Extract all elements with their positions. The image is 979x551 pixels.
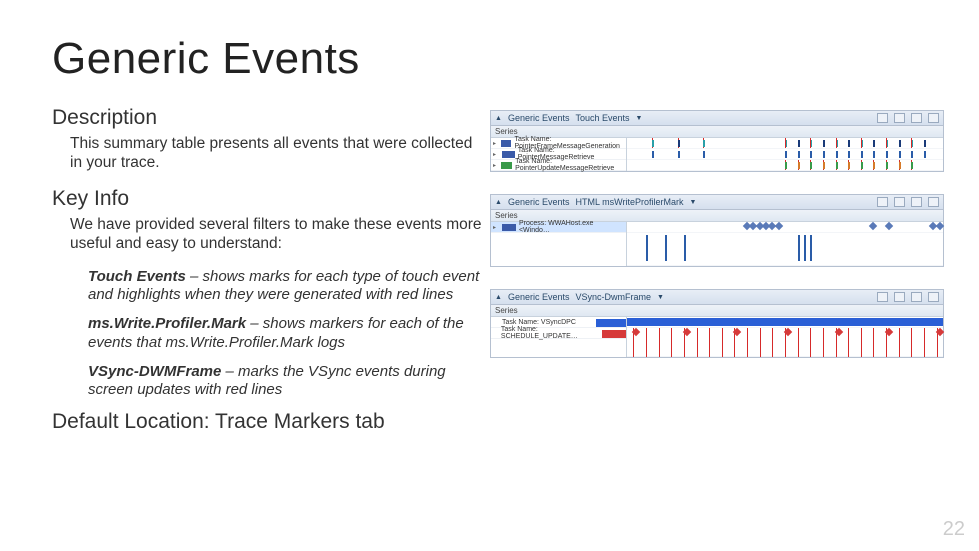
expand-icon[interactable]: ▸ (493, 140, 498, 147)
panel-title-name: HTML msWriteProfilerMark (575, 197, 683, 207)
window-button[interactable] (877, 292, 888, 302)
filter-name: Touch Events (88, 268, 186, 285)
legend-row[interactable]: ▸ Task Name: PointerUpdateMessageRetrieve (491, 160, 626, 171)
timeline-band (627, 328, 943, 357)
legend-row[interactable]: ▸ Process: WWAHost.exe <Windo… (491, 222, 626, 233)
panel-title-name: VSync-DwmFrame (575, 292, 651, 302)
legend-empty (491, 339, 626, 357)
panel-legend: Task Name: VSyncDPC Task Name: SCHEDULE_… (491, 317, 627, 357)
legend-label: Task Name: VSyncDPC (502, 319, 576, 326)
legend-swatch (502, 224, 516, 231)
legend-swatch (502, 151, 515, 158)
expand-icon[interactable]: ▲ (495, 294, 502, 301)
dropdown-icon[interactable]: ▼ (657, 294, 664, 301)
panel-titlebar: ▲ Generic Events VSync-DwmFrame ▼ (491, 290, 943, 305)
filter-name: ms.Write.Profiler.Mark (88, 315, 246, 332)
panel-titlebar: ▲ Generic Events Touch Events ▼ (491, 111, 943, 126)
legend-swatch (501, 162, 512, 169)
window-button[interactable] (911, 292, 922, 302)
close-icon[interactable] (928, 292, 939, 302)
slide: Generic Events Description This summary … (0, 0, 979, 434)
panel-legend: ▸Task Name: PointerFrameMessageGeneratio… (491, 138, 627, 171)
timeline[interactable] (627, 138, 943, 171)
filter-name: VSync-DWMFrame (88, 363, 221, 380)
keyinfo-heading: Key Info (52, 187, 482, 211)
panel-titlebar: ▲ Generic Events HTML msWriteProfilerMar… (491, 195, 943, 210)
panel-body: ▸ Process: WWAHost.exe <Windo… (491, 222, 943, 266)
window-button[interactable] (894, 113, 905, 123)
close-icon[interactable] (928, 197, 939, 207)
panel-title-prefix: Generic Events (508, 292, 570, 302)
expand-icon[interactable]: ▸ (493, 162, 498, 169)
window-button[interactable] (911, 113, 922, 123)
timeline-band (627, 160, 943, 171)
legend-label: Process: WWAHost.exe <Windo… (519, 220, 626, 234)
panel-vsync: ▲ Generic Events VSync-DwmFrame ▼ Series… (490, 289, 944, 358)
timeline-band (627, 233, 943, 266)
legend-swatch (602, 330, 627, 338)
expand-icon[interactable]: ▲ (495, 199, 502, 206)
legend-swatch (501, 140, 512, 147)
filter-item-touch: Touch Events – shows marks for each type… (70, 268, 482, 306)
panel-touch-events: ▲ Generic Events Touch Events ▼ Series ▸… (490, 110, 944, 172)
expand-icon[interactable]: ▸ (493, 151, 499, 158)
legend-swatch (596, 319, 626, 327)
expand-icon[interactable] (493, 319, 499, 325)
filter-item-mswrite: ms.Write.Profiler.Mark – shows markers f… (70, 315, 482, 353)
window-button[interactable] (894, 292, 905, 302)
dropdown-icon[interactable]: ▼ (689, 199, 696, 206)
expand-icon[interactable]: ▲ (495, 115, 502, 122)
expand-icon[interactable]: ▸ (493, 224, 499, 231)
legend-label: Task Name: PointerUpdateMessageRetrieve (515, 158, 626, 172)
filter-list: Touch Events – shows marks for each type… (52, 268, 482, 401)
series-header: Series (491, 305, 943, 317)
timeline[interactable] (627, 222, 943, 266)
keyinfo-intro: We have provided several filters to make… (52, 215, 482, 254)
page-title: Generic Events (52, 34, 927, 84)
timeline[interactable] (627, 317, 943, 357)
legend-label: Task Name: SCHEDULE_UPDATE… (501, 326, 596, 340)
panel-body: Task Name: VSyncDPC Task Name: SCHEDULE_… (491, 317, 943, 357)
panel-legend: ▸ Process: WWAHost.exe <Windo… (491, 222, 627, 266)
close-icon[interactable] (928, 113, 939, 123)
timeline-band (627, 149, 943, 160)
panel-mswrite: ▲ Generic Events HTML msWriteProfilerMar… (490, 194, 944, 267)
legend-empty (491, 233, 626, 266)
dropdown-icon[interactable]: ▼ (636, 115, 643, 122)
window-button[interactable] (877, 113, 888, 123)
legend-row[interactable]: Task Name: SCHEDULE_UPDATE… (491, 328, 626, 339)
panel-body: ▸Task Name: PointerFrameMessageGeneratio… (491, 138, 943, 171)
panel-title-prefix: Generic Events (508, 113, 570, 123)
timeline-band (627, 222, 943, 233)
body-row: Description This summary table presents … (52, 106, 927, 434)
panel-title-name: Touch Events (575, 113, 629, 123)
timeline-band (627, 138, 943, 149)
page-number: 22 (943, 518, 965, 541)
window-button[interactable] (911, 197, 922, 207)
left-column: Description This summary table presents … (52, 106, 482, 434)
window-button[interactable] (877, 197, 888, 207)
default-location: Default Location: Trace Markers tab (52, 410, 482, 434)
panel-title-prefix: Generic Events (508, 197, 570, 207)
window-button[interactable] (894, 197, 905, 207)
description-body: This summary table presents all events t… (52, 134, 482, 173)
expand-icon[interactable] (493, 330, 498, 336)
right-column: ▲ Generic Events Touch Events ▼ Series ▸… (490, 106, 944, 358)
filter-item-vsync: VSync-DWMFrame – marks the VSync events … (70, 363, 482, 401)
timeline-band (627, 317, 943, 328)
description-heading: Description (52, 106, 482, 130)
